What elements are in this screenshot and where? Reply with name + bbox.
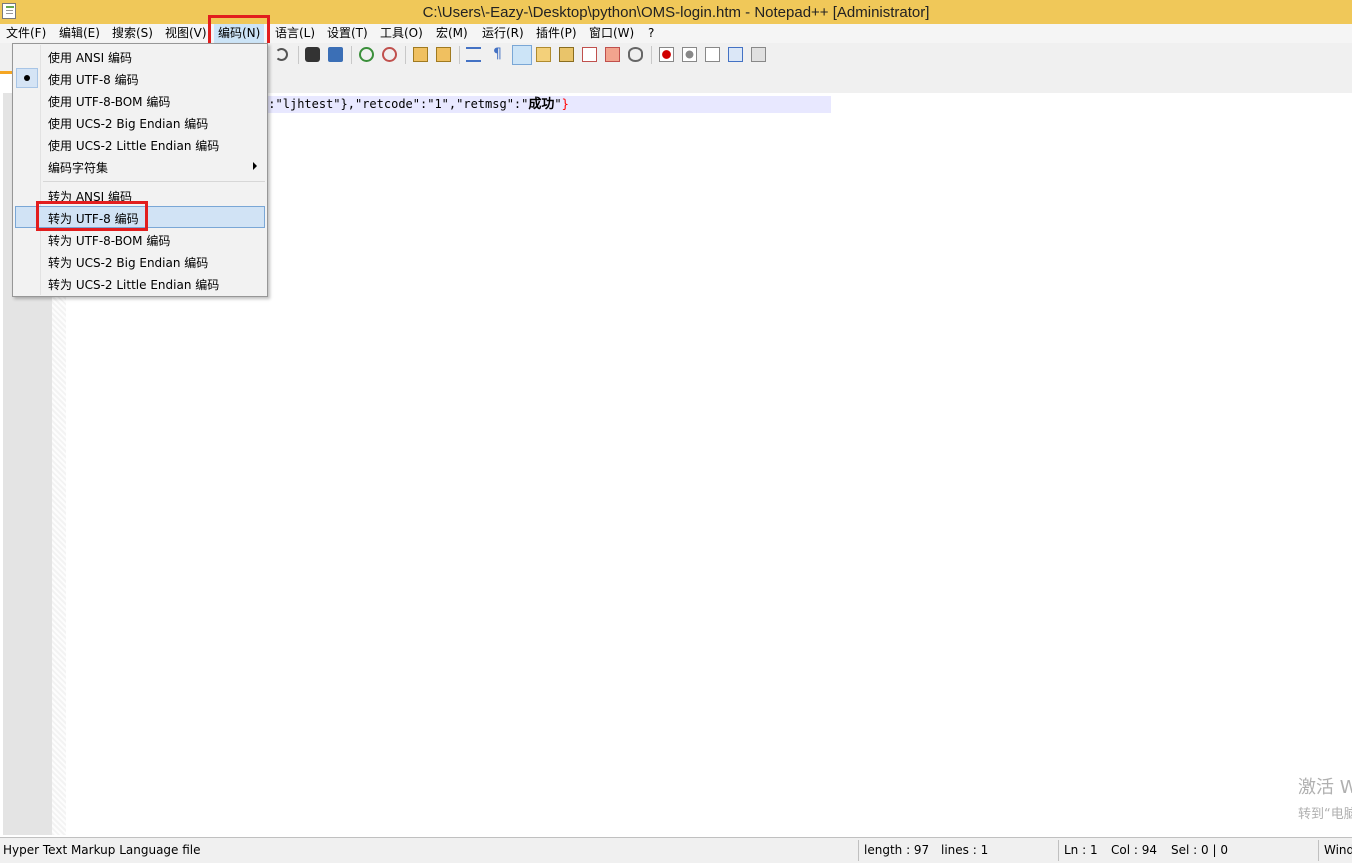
status-separator — [858, 840, 859, 861]
playback-icon[interactable] — [705, 47, 720, 62]
menu-item-label: 转为 UCS-2 Big Endian 编码 — [48, 256, 209, 270]
radio-bullet-icon — [24, 75, 30, 81]
menu-item-label: 使用 UTF-8 编码 — [48, 73, 139, 87]
word-wrap-icon[interactable] — [466, 47, 481, 62]
run-macro-multiple-icon[interactable] — [728, 47, 743, 62]
status-file-type: Hyper Text Markup Language file — [3, 843, 201, 857]
menu-window[interactable]: 窗口(W) — [589, 24, 634, 43]
find-icon[interactable] — [305, 47, 320, 62]
status-separator — [1058, 840, 1059, 861]
menu-item-label: 转为 UCS-2 Little Endian 编码 — [48, 278, 220, 292]
menu-item-use-ansi[interactable]: 使用 ANSI 编码 — [15, 45, 265, 67]
menu-language[interactable]: 语言(L) — [275, 24, 315, 43]
menu-separator — [43, 181, 265, 182]
menu-item-convert-ucs2-be[interactable]: 转为 UCS-2 Big Endian 编码 — [15, 250, 265, 272]
record-macro-icon[interactable] — [659, 47, 674, 62]
menu-encoding[interactable]: 编码(N) — [214, 24, 265, 43]
toolbar-separator — [298, 46, 299, 64]
menu-search[interactable]: 搜索(S) — [112, 24, 153, 43]
show-all-characters-icon[interactable]: ¶ — [490, 47, 505, 62]
function-list-icon[interactable] — [582, 47, 597, 62]
menu-item-label: 使用 ANSI 编码 — [48, 51, 132, 65]
title-bar: C:\Users\-Eazy-\Desktop\python\OMS-login… — [0, 0, 1352, 25]
menu-macro[interactable]: 宏(M) — [436, 24, 468, 43]
menu-item-use-ucs2-be[interactable]: 使用 UCS-2 Big Endian 编码 — [15, 111, 265, 133]
menu-item-convert-ucs2-le[interactable]: 转为 UCS-2 Little Endian 编码 — [15, 272, 265, 294]
menu-item-label: 编码字符集 — [48, 161, 109, 175]
toolbar-separator — [405, 46, 406, 64]
menu-item-convert-ansi[interactable]: 转为 ANSI 编码 — [15, 184, 265, 206]
menu-item-label: 转为 UTF-8-BOM 编码 — [48, 234, 171, 248]
status-column: Col : 94 — [1111, 843, 1157, 857]
menu-run[interactable]: 运行(R) — [482, 24, 524, 43]
stop-recording-icon[interactable] — [682, 47, 697, 62]
toolbar-separator — [651, 46, 652, 64]
menu-item-label: 使用 UTF-8-BOM 编码 — [48, 95, 171, 109]
activation-watermark-title: 激活 W — [1298, 777, 1352, 798]
user-defined-language-icon[interactable] — [536, 47, 551, 62]
submenu-arrow-icon — [253, 162, 257, 170]
menu-item-use-ucs2-le[interactable]: 使用 UCS-2 Little Endian 编码 — [15, 133, 265, 155]
menu-tools[interactable]: 工具(O) — [380, 24, 423, 43]
window-title: C:\Users\-Eazy-\Desktop\python\OMS-login… — [422, 4, 930, 21]
line-text-quote: " — [554, 97, 562, 111]
menu-file[interactable]: 文件(F) — [6, 24, 46, 43]
status-selection: Sel : 0 | 0 — [1171, 843, 1228, 857]
menu-item-convert-utf8-bom[interactable]: 转为 UTF-8-BOM 编码 — [15, 228, 265, 250]
replace-icon[interactable] — [328, 47, 343, 62]
activation-watermark-subtitle: 转到“电脑 — [1298, 807, 1352, 822]
sync-horizontal-icon[interactable] — [436, 47, 451, 62]
status-length: length : 97 — [864, 843, 930, 857]
menu-item-label: 转为 ANSI 编码 — [48, 190, 132, 204]
menu-help[interactable]: ? — [648, 24, 654, 43]
menu-item-label: 转为 UTF-8 编码 — [48, 212, 139, 226]
menu-item-use-utf8[interactable]: 使用 UTF-8 编码 — [15, 67, 265, 89]
menu-settings[interactable]: 设置(T) — [327, 24, 368, 43]
zoom-out-icon[interactable] — [382, 47, 397, 62]
zoom-in-icon[interactable] — [359, 47, 374, 62]
menu-item-use-utf8-bom[interactable]: 使用 UTF-8-BOM 编码 — [15, 89, 265, 111]
folder-as-workspace-icon[interactable] — [605, 47, 620, 62]
status-separator — [1318, 840, 1319, 861]
toolbar-separator — [351, 46, 352, 64]
status-eol[interactable]: Wind — [1324, 843, 1352, 857]
monitoring-eye-icon[interactable] — [628, 47, 643, 62]
line-text-bold: 成功 — [528, 97, 555, 112]
document-map-icon[interactable] — [559, 47, 574, 62]
menu-edit[interactable]: 编辑(E) — [59, 24, 100, 43]
menu-item-label: 使用 UCS-2 Big Endian 编码 — [48, 117, 209, 131]
menu-item-character-sets[interactable]: 编码字符集 — [15, 155, 265, 177]
menu-plugins[interactable]: 插件(P) — [536, 24, 577, 43]
status-line: Ln : 1 — [1064, 843, 1098, 857]
status-lines: lines : 1 — [941, 843, 989, 857]
sync-vertical-icon[interactable] — [413, 47, 428, 62]
menu-view[interactable]: 视图(V) — [165, 24, 207, 43]
line-text-brace: } — [561, 97, 569, 111]
menu-item-label: 使用 UCS-2 Little Endian 编码 — [48, 139, 220, 153]
save-macro-icon[interactable] — [751, 47, 766, 62]
toolbar-separator — [459, 46, 460, 64]
menu-item-convert-utf8[interactable]: 转为 UTF-8 编码 — [15, 206, 265, 228]
menu-bar: 文件(F) 编辑(E) 搜索(S) 视图(V) 编码(N) 语言(L) 设置(T… — [0, 24, 1352, 43]
encoding-dropdown-menu: 使用 ANSI 编码 使用 UTF-8 编码 使用 UTF-8-BOM 编码 使… — [12, 43, 268, 297]
status-bar: Hyper Text Markup Language file length :… — [0, 837, 1352, 863]
indent-guide-icon[interactable] — [512, 45, 532, 65]
redo-icon[interactable] — [275, 48, 288, 61]
